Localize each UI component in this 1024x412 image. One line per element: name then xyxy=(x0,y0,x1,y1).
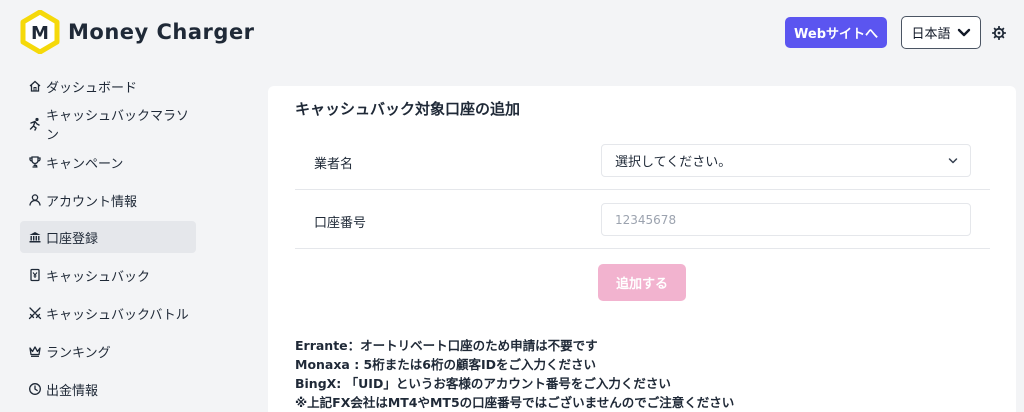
language-select[interactable]: 日本語 xyxy=(901,16,981,49)
row-divider xyxy=(295,189,990,190)
sidebar-item-ranking[interactable]: ランキング xyxy=(20,335,196,367)
sidebar-item-cashback-marathon[interactable]: キャッシュバックマラソン xyxy=(20,108,196,143)
hexagon-logo-icon: M xyxy=(20,10,60,54)
sidebar-item-withdrawal-info[interactable]: 出金情報 xyxy=(20,373,196,405)
website-button[interactable]: Webサイトへ xyxy=(785,17,887,48)
chevron-down-icon xyxy=(957,28,970,36)
sidebar-item-label: ランキング xyxy=(46,345,111,361)
account-number-input[interactable] xyxy=(601,203,971,236)
broker-select[interactable]: 選択してください。 xyxy=(601,144,971,177)
sidebar-item-account-registration[interactable]: 口座登録 xyxy=(20,221,196,253)
note-line: BingX: 「UID」というお客様のアカウント番号をご入力ください xyxy=(295,376,671,391)
home-icon xyxy=(29,80,41,92)
brand-logo[interactable]: M Money Charger xyxy=(20,10,255,54)
sidebar-item-label: ダッシュボード xyxy=(46,80,138,96)
broker-label: 業者名 xyxy=(314,157,354,172)
add-account-button[interactable]: 追加する xyxy=(598,264,686,301)
note-line: ※上記FX会社はMT4やMT5の口座番号ではございませんのでご注意ください xyxy=(295,395,735,410)
sidebar-item-label: キャッシュバック xyxy=(46,269,151,285)
sidebar-item-cashback-battle[interactable]: キャッシュバックバトル xyxy=(20,297,196,329)
trophy-icon xyxy=(29,156,41,168)
battle-icon xyxy=(28,307,42,320)
account-number-label: 口座番号 xyxy=(314,216,367,231)
clock-icon xyxy=(29,383,41,395)
sidebar-item-label: キャッシュバックバトル xyxy=(46,307,189,323)
top-header: M Money Charger Webサイトへ 日本語 xyxy=(0,0,1024,68)
sidebar-item-label: アカウント情報 xyxy=(46,194,138,210)
sidebar-item-campaign[interactable]: キャンペーン xyxy=(20,146,196,178)
bank-icon xyxy=(29,232,41,243)
gear-icon[interactable] xyxy=(992,26,1006,40)
broker-selected-value: 選択してください。 xyxy=(615,155,732,170)
sidebar-item-label: 出金情報 xyxy=(46,383,99,399)
sidebar-item-label: キャッシュバックマラソン xyxy=(46,109,190,143)
note-line: Monaxa : 5桁または6桁の顧客IDをご入力ください xyxy=(295,357,596,372)
user-icon xyxy=(29,194,41,206)
logo-letter: M xyxy=(31,23,49,44)
row-divider xyxy=(295,248,990,249)
chevron-down-icon xyxy=(948,158,958,164)
cashback-icon xyxy=(30,268,40,282)
language-label: 日本語 xyxy=(911,27,951,42)
broker-notes: Errante：オートリベート口座のため申請は不要です Monaxa : 5桁ま… xyxy=(295,336,734,412)
crown-icon xyxy=(29,346,41,357)
page-title: キャッシュバック対象口座の追加 xyxy=(295,100,521,118)
brand-name: Money Charger xyxy=(68,20,255,44)
note-line: Errante：オートリベート口座のため申請は不要です xyxy=(295,338,598,353)
sidebar-item-dashboard[interactable]: ダッシュボード xyxy=(20,70,196,102)
sidebar-item-cashback[interactable]: キャッシュバック xyxy=(20,259,196,291)
sidebar-item-label: キャンペーン xyxy=(46,156,124,172)
sidebar-item-account-info[interactable]: アカウント情報 xyxy=(20,184,196,216)
sidebar-item-label: 口座登録 xyxy=(46,231,99,247)
runner-icon xyxy=(29,117,40,131)
add-account-card: キャッシュバック対象口座の追加 業者名 選択してください。 口座番号 追加する … xyxy=(268,86,1016,412)
